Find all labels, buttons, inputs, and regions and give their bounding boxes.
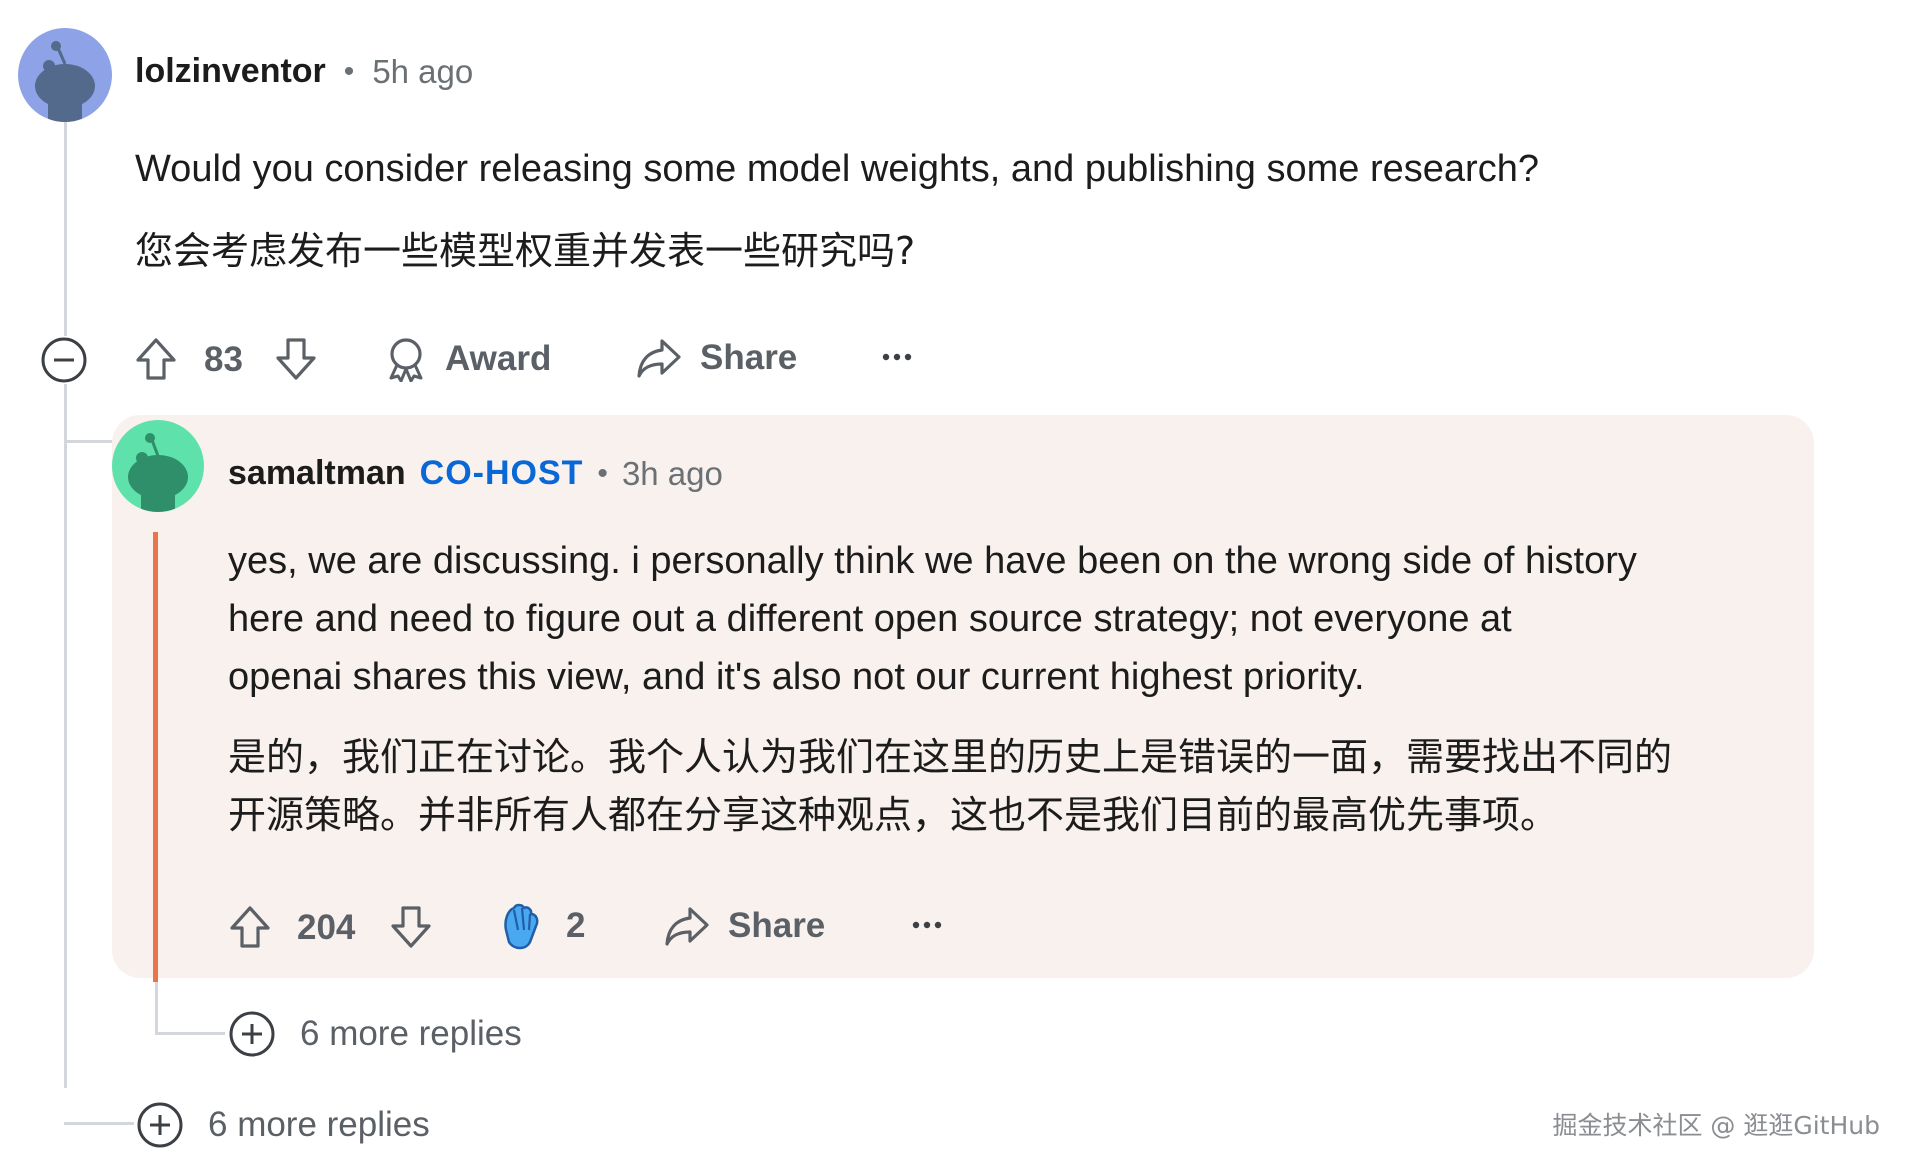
more-replies-label: 6 more replies (208, 1105, 430, 1144)
share-icon (637, 339, 681, 378)
reply-avatar[interactable] (112, 420, 204, 512)
reply-header: samaltman CO-HOST • 3h ago (228, 454, 723, 493)
award-label: Award (445, 339, 552, 378)
thread-line-reply (155, 980, 158, 1035)
reply-award-count: 2 (566, 906, 586, 945)
share-label: Share (700, 338, 798, 377)
comment-header: lolzinventor • 5h ago (135, 52, 473, 91)
cohost-flair: CO-HOST (419, 454, 584, 492)
comment-text-zh: 您会考虑发布一些模型权重并发表一些研究吗? (135, 229, 916, 273)
reply-vote-count: 204 (297, 908, 356, 947)
vote-count: 83 (204, 340, 243, 379)
thread-line-elbow-reply-more (155, 1032, 225, 1035)
share-button[interactable]: Share (636, 336, 797, 380)
reply-more-options-button[interactable] (910, 908, 944, 942)
reply-text-zh-line: 是的，我们正在讨论。我个人认为我们在这里的历史上是错误的一面，需要找出不同的 (228, 735, 1673, 779)
reply-award-button[interactable]: 2 (496, 900, 585, 952)
reply-timestamp[interactable]: 3h ago (622, 455, 723, 493)
award-button[interactable]: Award (385, 336, 551, 382)
collapse-button[interactable] (40, 336, 88, 384)
clapping-hands-icon (504, 903, 539, 950)
username[interactable]: lolzinventor (135, 52, 326, 91)
watermark: 掘金技术社区 @ 逛逛GitHub (1552, 1111, 1880, 1140)
upvote-icon (230, 906, 270, 948)
reply-more-replies-label: 6 more replies (300, 1014, 522, 1053)
expand-icon (229, 1011, 275, 1057)
reply-accent-bar (153, 532, 158, 982)
upvote-button[interactable] (134, 336, 178, 382)
reply-more-replies-button[interactable]: 6 more replies (228, 1010, 522, 1058)
reply-text-en-line: openai shares this view, and it's also n… (228, 656, 1365, 698)
thread-line-elbow-reply (64, 440, 116, 443)
reply-text-en: yes, we are discussing. i personally thi… (228, 532, 1637, 706)
more-replies-button[interactable]: 6 more replies (136, 1101, 430, 1149)
share-icon (665, 907, 709, 946)
downvote-icon (391, 906, 431, 948)
reply-share-button[interactable]: Share (664, 904, 825, 948)
expand-icon (137, 1102, 183, 1148)
downvote-icon (276, 338, 316, 380)
comment-text-en: Would you consider releasing some model … (135, 148, 1539, 190)
avatar[interactable] (18, 28, 112, 122)
separator-dot: • (343, 54, 355, 88)
separator-dot: • (597, 456, 608, 490)
collapse-icon (41, 337, 87, 383)
more-icon (912, 921, 942, 929)
upvote-icon (136, 338, 176, 380)
reply-text-zh-line: 开源策略。并非所有人都在分享这种观点，这也不是我们目前的最高优先事项。 (228, 793, 1559, 837)
reply-text-zh: 是的，我们正在讨论。我个人认为我们在这里的历史上是错误的一面，需要找出不同的 开… (228, 728, 1672, 844)
reply-username[interactable]: samaltman (228, 454, 406, 493)
downvote-button[interactable] (274, 336, 318, 382)
reply-upvote-button[interactable] (228, 904, 272, 950)
more-options-button[interactable] (880, 340, 914, 374)
more-icon (882, 353, 912, 361)
reply-text-en-line: here and need to figure out a different … (228, 598, 1512, 640)
thread-line-main (64, 118, 67, 1088)
reply-downvote-button[interactable] (389, 904, 433, 950)
timestamp[interactable]: 5h ago (372, 53, 473, 91)
reply-share-label: Share (728, 906, 826, 945)
award-icon (389, 338, 423, 382)
thread-line-elbow-more (64, 1122, 134, 1125)
reply-text-en-line: yes, we are discussing. i personally thi… (228, 540, 1637, 582)
